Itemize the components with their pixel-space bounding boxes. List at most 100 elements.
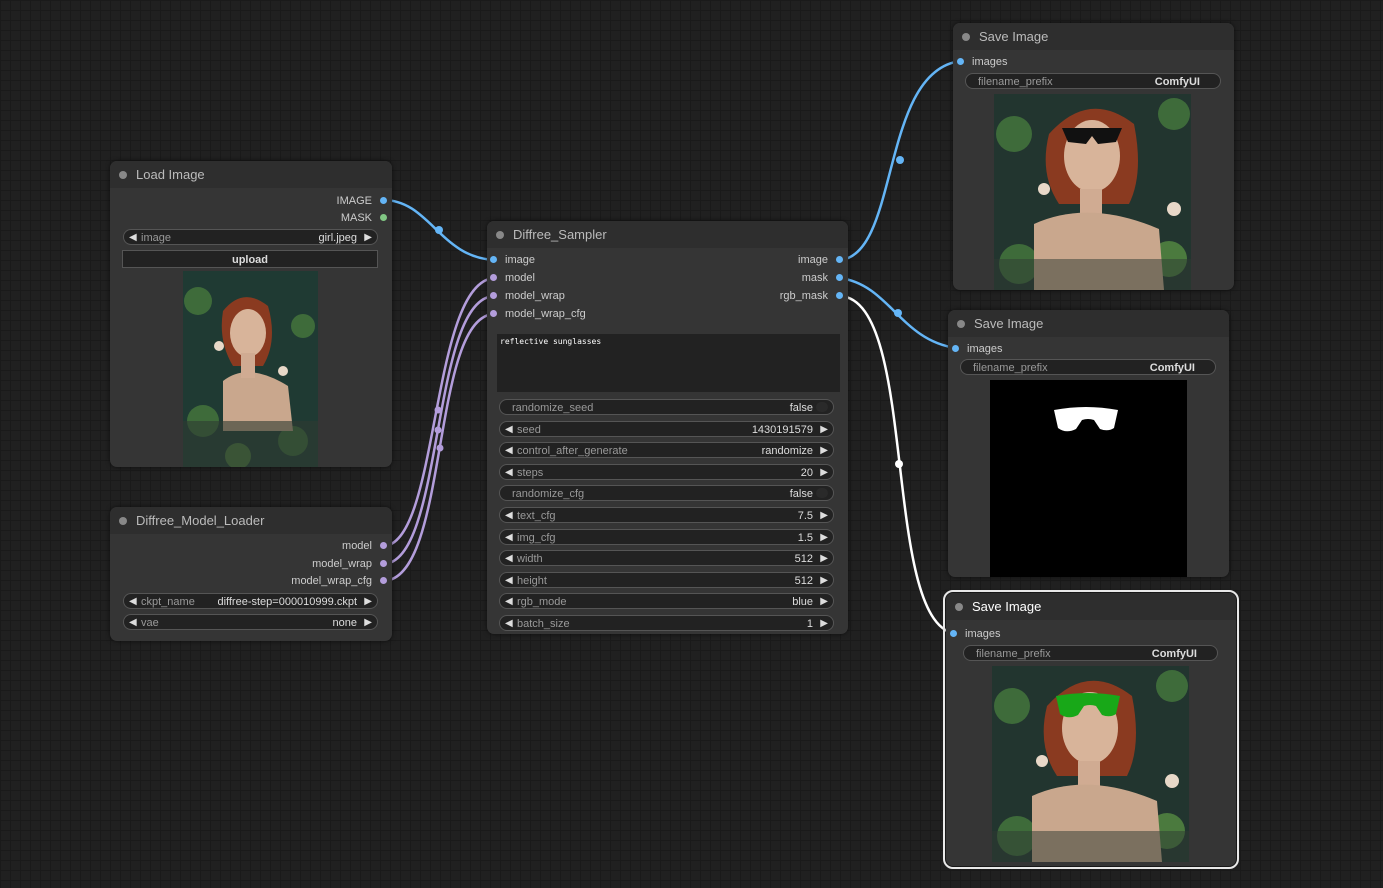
output-pin-icon[interactable] [380, 197, 387, 204]
widget-value: 512 [794, 574, 813, 587]
output-model-wrap-cfg[interactable]: model_wrap_cfg [291, 574, 387, 588]
input-pin-icon[interactable] [490, 310, 497, 317]
steps-number[interactable]: ◀ steps 20 ▶ [499, 463, 834, 481]
input-pin-icon[interactable] [490, 274, 497, 281]
node-title[interactable]: Load Image [110, 161, 392, 188]
slot-label: image [798, 254, 828, 266]
output-image[interactable]: image [798, 253, 843, 267]
arrow-left-icon[interactable]: ◀ [505, 551, 513, 567]
arrow-left-icon[interactable]: ◀ [505, 443, 513, 459]
load-image-node[interactable]: Load Image IMAGE MASK ◀ image girl.jpeg … [110, 161, 392, 467]
text-cfg-number[interactable]: ◀ text_cfg 7.5 ▶ [499, 507, 834, 523]
seed-number[interactable]: ◀ seed 1430191579 ▶ [499, 420, 834, 438]
vae-combo[interactable]: ◀ vae none ▶ [123, 614, 378, 630]
output-pin-icon[interactable] [836, 292, 843, 299]
toggle-knob-icon[interactable] [816, 402, 828, 412]
node-title[interactable]: Diffree_Sampler [487, 221, 848, 248]
node-title[interactable]: Diffree_Model_Loader [110, 507, 392, 534]
output-model-wrap[interactable]: model_wrap [312, 557, 387, 571]
arrow-right-icon[interactable]: ▶ [820, 443, 828, 459]
randomize-seed-toggle[interactable]: randomize_seed false [499, 399, 834, 415]
collapse-dot-icon[interactable] [496, 231, 504, 239]
input-pin-icon[interactable] [490, 292, 497, 299]
arrow-left-icon[interactable]: ◀ [505, 422, 513, 438]
arrow-right-icon[interactable]: ▶ [820, 530, 828, 546]
node-title[interactable]: Save Image [946, 593, 1236, 620]
diffree-model-loader-node[interactable]: Diffree_Model_Loader model model_wrap mo… [110, 507, 392, 641]
arrow-right-icon[interactable]: ▶ [364, 230, 372, 246]
arrow-left-icon[interactable]: ◀ [505, 508, 513, 524]
input-images[interactable]: images [952, 342, 1002, 356]
slot-label: image [505, 254, 535, 266]
prompt-textarea[interactable]: reflective sunglasses [497, 334, 840, 392]
arrow-left-icon[interactable]: ◀ [505, 573, 513, 589]
input-model[interactable]: model [490, 271, 535, 285]
output-pin-icon[interactable] [380, 214, 387, 221]
filename-prefix-field[interactable]: filename_prefix ComfyUI [963, 645, 1218, 661]
collapse-dot-icon[interactable] [955, 603, 963, 611]
output-pin-icon[interactable] [380, 560, 387, 567]
image-combo[interactable]: ◀ image girl.jpeg ▶ [123, 229, 378, 245]
output-pin-icon[interactable] [380, 577, 387, 584]
control-after-generate-combo[interactable]: ◀ control_after_generate randomize ▶ [499, 442, 834, 459]
input-pin-icon[interactable] [490, 256, 497, 263]
arrow-right-icon[interactable]: ▶ [820, 422, 828, 438]
arrow-left-icon[interactable]: ◀ [129, 230, 137, 246]
output-image[interactable]: IMAGE [337, 194, 387, 208]
arrow-left-icon[interactable]: ◀ [505, 594, 513, 610]
save-image-node-1[interactable]: Save Image images filename_prefix ComfyU… [953, 23, 1234, 290]
node-title[interactable]: Save Image [948, 310, 1229, 337]
arrow-left-icon[interactable]: ◀ [129, 594, 137, 610]
toggle-knob-icon[interactable] [816, 488, 828, 499]
batch-size-number[interactable]: ◀ batch_size 1 ▶ [499, 615, 834, 631]
collapse-dot-icon[interactable] [119, 171, 127, 179]
arrow-right-icon[interactable]: ▶ [820, 551, 828, 567]
arrow-right-icon[interactable]: ▶ [364, 615, 372, 631]
arrow-right-icon[interactable]: ▶ [820, 616, 828, 632]
output-pin-icon[interactable] [836, 256, 843, 263]
input-pin-icon[interactable] [950, 630, 957, 637]
input-pin-icon[interactable] [957, 58, 964, 65]
height-number[interactable]: ◀ height 512 ▶ [499, 571, 834, 589]
slot-label: images [965, 628, 1001, 640]
output-pin-icon[interactable] [836, 274, 843, 281]
arrow-left-icon[interactable]: ◀ [505, 465, 513, 481]
input-pin-icon[interactable] [952, 345, 959, 352]
output-model[interactable]: model [342, 539, 387, 553]
save-image-node-3[interactable]: Save Image images filename_prefix ComfyU… [943, 590, 1239, 869]
filename-prefix-field[interactable]: filename_prefix ComfyUI [965, 73, 1221, 89]
collapse-dot-icon[interactable] [119, 517, 127, 525]
input-images[interactable]: images [957, 55, 1007, 69]
collapse-dot-icon[interactable] [962, 33, 970, 41]
output-pin-icon[interactable] [380, 542, 387, 549]
input-model-wrap[interactable]: model_wrap [490, 289, 565, 303]
node-title[interactable]: Save Image [953, 23, 1234, 50]
img-cfg-number[interactable]: ◀ img_cfg 1.5 ▶ [499, 528, 834, 546]
collapse-dot-icon[interactable] [957, 320, 965, 328]
output-mask[interactable]: mask [802, 271, 843, 285]
diffree-sampler-node[interactable]: Diffree_Sampler image model model_wrap m… [487, 221, 848, 634]
randomize-cfg-toggle[interactable]: randomize_cfg false [499, 485, 834, 502]
input-image[interactable]: image [490, 253, 535, 267]
arrow-right-icon[interactable]: ▶ [820, 465, 828, 481]
output-mask[interactable]: MASK [341, 211, 387, 225]
rgb-mode-combo[interactable]: ◀ rgb_mode blue ▶ [499, 593, 834, 610]
widget-value: none [332, 617, 357, 629]
wire-image-to-save1 [839, 59, 962, 262]
input-images[interactable]: images [950, 627, 1001, 641]
width-number[interactable]: ◀ width 512 ▶ [499, 550, 834, 567]
save-image-node-2[interactable]: Save Image images filename_prefix ComfyU… [948, 310, 1229, 577]
upload-button[interactable]: upload [122, 250, 378, 268]
arrow-left-icon[interactable]: ◀ [129, 615, 137, 631]
arrow-left-icon[interactable]: ◀ [505, 530, 513, 546]
arrow-left-icon[interactable]: ◀ [505, 616, 513, 632]
arrow-right-icon[interactable]: ▶ [820, 573, 828, 589]
wire-midpoint [436, 444, 444, 452]
ckpt-name-combo[interactable]: ◀ ckpt_name diffree-step=000010999.ckpt … [123, 593, 378, 609]
arrow-right-icon[interactable]: ▶ [820, 508, 828, 524]
arrow-right-icon[interactable]: ▶ [364, 594, 372, 610]
filename-prefix-field[interactable]: filename_prefix ComfyUI [960, 359, 1216, 375]
output-rgb-mask[interactable]: rgb_mask [780, 289, 843, 303]
arrow-right-icon[interactable]: ▶ [820, 594, 828, 610]
input-model-wrap-cfg[interactable]: model_wrap_cfg [490, 307, 586, 321]
